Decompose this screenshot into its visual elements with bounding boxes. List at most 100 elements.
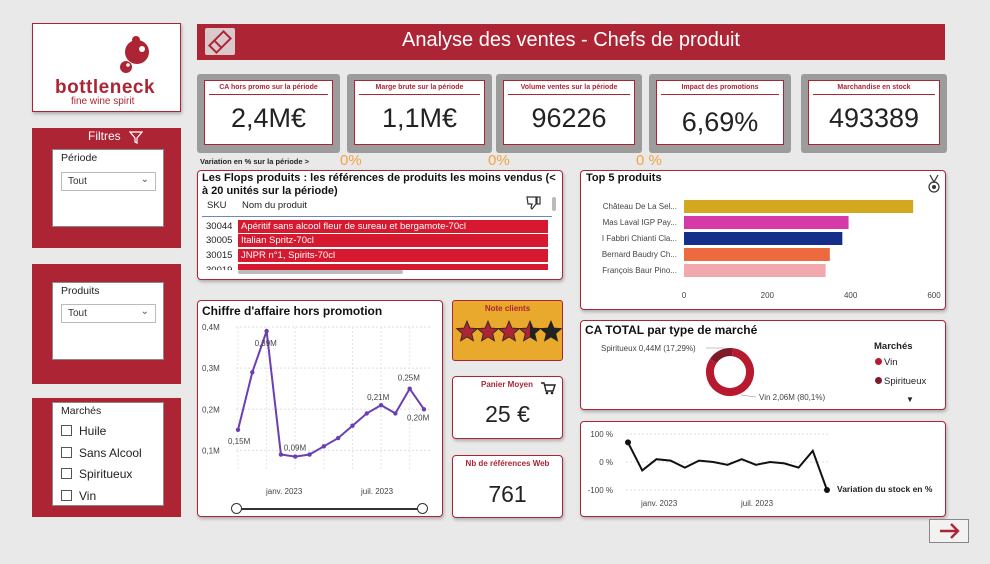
data-label: 0,25M <box>398 374 421 383</box>
bar <box>684 200 914 213</box>
marches-slicer: Marchés Huile Sans Alcool Spiritueux Vin <box>52 402 164 506</box>
star-icon <box>518 319 542 342</box>
x-tick-label: 0 <box>682 291 687 300</box>
data-point <box>335 435 341 441</box>
legend-item-vin[interactable]: Vin <box>875 357 898 368</box>
periode-value: Tout <box>68 176 87 187</box>
periode-label: Période <box>61 152 98 164</box>
data-label: 0,39M <box>255 339 278 348</box>
note-clients-card: Note clients <box>452 300 563 361</box>
data-point <box>393 411 398 416</box>
star-icon <box>455 319 479 342</box>
slice-label: Vin 2,06M (80,1%) <box>759 393 825 402</box>
filters-title: Filtres <box>88 129 121 143</box>
y-tick-label: 100 % <box>590 430 613 439</box>
table-row-sku: 30005 <box>206 235 233 246</box>
range-slider-handle-right[interactable] <box>417 503 428 514</box>
col-header-name[interactable]: Nom du produit <box>242 200 307 211</box>
data-point <box>264 328 269 334</box>
checkbox[interactable] <box>61 490 72 501</box>
note-clients-title: Note clients <box>484 304 531 313</box>
stock-chart-card: 100 % 0 % -100 % janv. 2023 juil. 2023 Varia… <box>580 421 946 517</box>
chevron-down-icon: ⌄ <box>140 174 149 185</box>
legend-title: Marchés <box>874 341 913 352</box>
top5-bar-chart: Château De La Sel... Mas Laval IGP Pay...… <box>602 200 941 300</box>
filters-panel: Filtres Période Tout ⌄ <box>32 128 181 248</box>
marches-label: Marchés <box>61 405 102 417</box>
bar-label: François Baur Pino... <box>602 266 677 275</box>
range-slider-track[interactable] <box>236 508 423 510</box>
bar-label: Château De La Sel... <box>603 202 677 211</box>
table-row-sku: 30015 <box>206 250 233 261</box>
data-label: 0,09M <box>284 444 307 453</box>
col-header-sku[interactable]: SKU <box>207 200 227 211</box>
kpi-ca-hors-promo: CA hors promo sur la période 2,4M€ <box>197 74 340 153</box>
kpi-value: 96226 <box>531 103 607 133</box>
logo-card: bottleneck fine wine spirit <box>32 23 181 112</box>
slice-label: Spiritueux 0,44M (17,29%) <box>601 344 696 353</box>
x-tick-label: janv. 2023 <box>640 499 678 508</box>
legend-scroll-down-icon[interactable]: ▼ <box>906 395 914 404</box>
chevron-down-icon: ⌄ <box>140 306 149 317</box>
stock-line-chart: 100 % 0 % -100 % janv. 2023 juil. 2023 <box>588 430 830 508</box>
table-row-name[interactable]: Italian Spritz-70cl <box>238 234 548 247</box>
produits-label: Produits <box>61 285 100 297</box>
refs-web-card: Nb de références Web 761 <box>452 455 563 518</box>
marches-option-vin[interactable]: Vin <box>61 489 96 503</box>
page-title: Analyse des ventes - Chefs de produit <box>402 29 740 51</box>
range-slider-handle-left[interactable] <box>231 503 242 514</box>
marches-option-sans-alcool[interactable]: Sans Alcool <box>61 446 142 460</box>
checkbox[interactable] <box>61 468 72 479</box>
periode-dropdown[interactable]: Tout ⌄ <box>61 172 156 191</box>
table-row-name[interactable]: Apéritif sans alcool fleur de sureau et … <box>238 220 548 233</box>
header-divider <box>202 216 552 217</box>
bar-label: Mas Laval IGP Pay... <box>603 218 677 227</box>
arrow-right-icon <box>940 523 960 539</box>
ca-line-chart: 0,4M 0,3M 0,2M 0,1M 0,15M 0,39M 0,09M 0,21M 0,25… <box>202 323 430 496</box>
kpi-value: 6,69% <box>681 107 759 137</box>
kpi-label: Marge brute sur la période <box>359 84 480 95</box>
filter-icon <box>129 131 143 144</box>
data-point <box>378 402 384 408</box>
marches-option-spiritueux[interactable]: Spiritueux <box>61 467 132 481</box>
data-point <box>278 452 284 457</box>
table-row-name[interactable]: JNPR n°1, Spirits-70cl <box>238 249 548 262</box>
refs-web-title: Nb de références Web <box>465 459 550 468</box>
table-scrollbar[interactable] <box>552 197 556 211</box>
flops-table-card: Les Flops produits : les références de p… <box>197 170 563 280</box>
top5-card: Top 5 produits Château De La Sel... Mas L… <box>580 170 946 310</box>
data-point <box>321 444 327 449</box>
panier-moyen-card: Panier Moyen 25 € <box>452 376 563 439</box>
kpi-marge-brute: Marge brute sur la période 1,1M€ <box>347 74 492 153</box>
checkbox[interactable] <box>61 447 72 458</box>
bar <box>684 216 849 229</box>
variation-label: Variation en % sur la période > <box>200 157 309 166</box>
flops-title: Les Flops produits : les références de p… <box>202 172 556 197</box>
clear-filters-button[interactable] <box>205 28 235 55</box>
kpi-label: CA hors promo sur la période <box>209 84 328 95</box>
thumbs-down-icon <box>526 196 541 210</box>
stock-chart-label: Variation du stock en % <box>837 484 933 494</box>
bar <box>684 264 826 277</box>
table-row-sku: 30044 <box>206 221 233 232</box>
checkbox[interactable] <box>61 425 72 436</box>
x-tick-label: juil. 2023 <box>360 487 394 496</box>
donut-slice <box>709 348 733 364</box>
kpi-marchandise-stock: Marchandise en stock 493389 <box>801 74 947 153</box>
rating-stars <box>455 319 563 342</box>
series-line <box>237 330 425 458</box>
next-page-button[interactable] <box>929 519 969 543</box>
marches-option-huile[interactable]: Huile <box>61 424 106 438</box>
kpi-value: 493389 <box>828 103 920 133</box>
data-label: 0,15M <box>228 437 251 446</box>
x-tick-label: 600 <box>927 291 941 300</box>
data-point <box>625 439 631 446</box>
legend-item-spiritueux[interactable]: Spiritueux <box>875 376 926 387</box>
bar-label: I Fabbri Chianti Cla... <box>602 234 677 243</box>
panier-value: 25 € <box>485 401 530 427</box>
horizontal-scrollbar[interactable] <box>238 270 403 274</box>
produits-slicer: Produits Tout ⌄ <box>52 282 164 360</box>
y-tick-label: 0,4M <box>202 323 220 332</box>
produits-dropdown[interactable]: Tout ⌄ <box>61 304 156 323</box>
kpi-impact-promotions: Impact des promotions 6,69% <box>649 74 791 153</box>
